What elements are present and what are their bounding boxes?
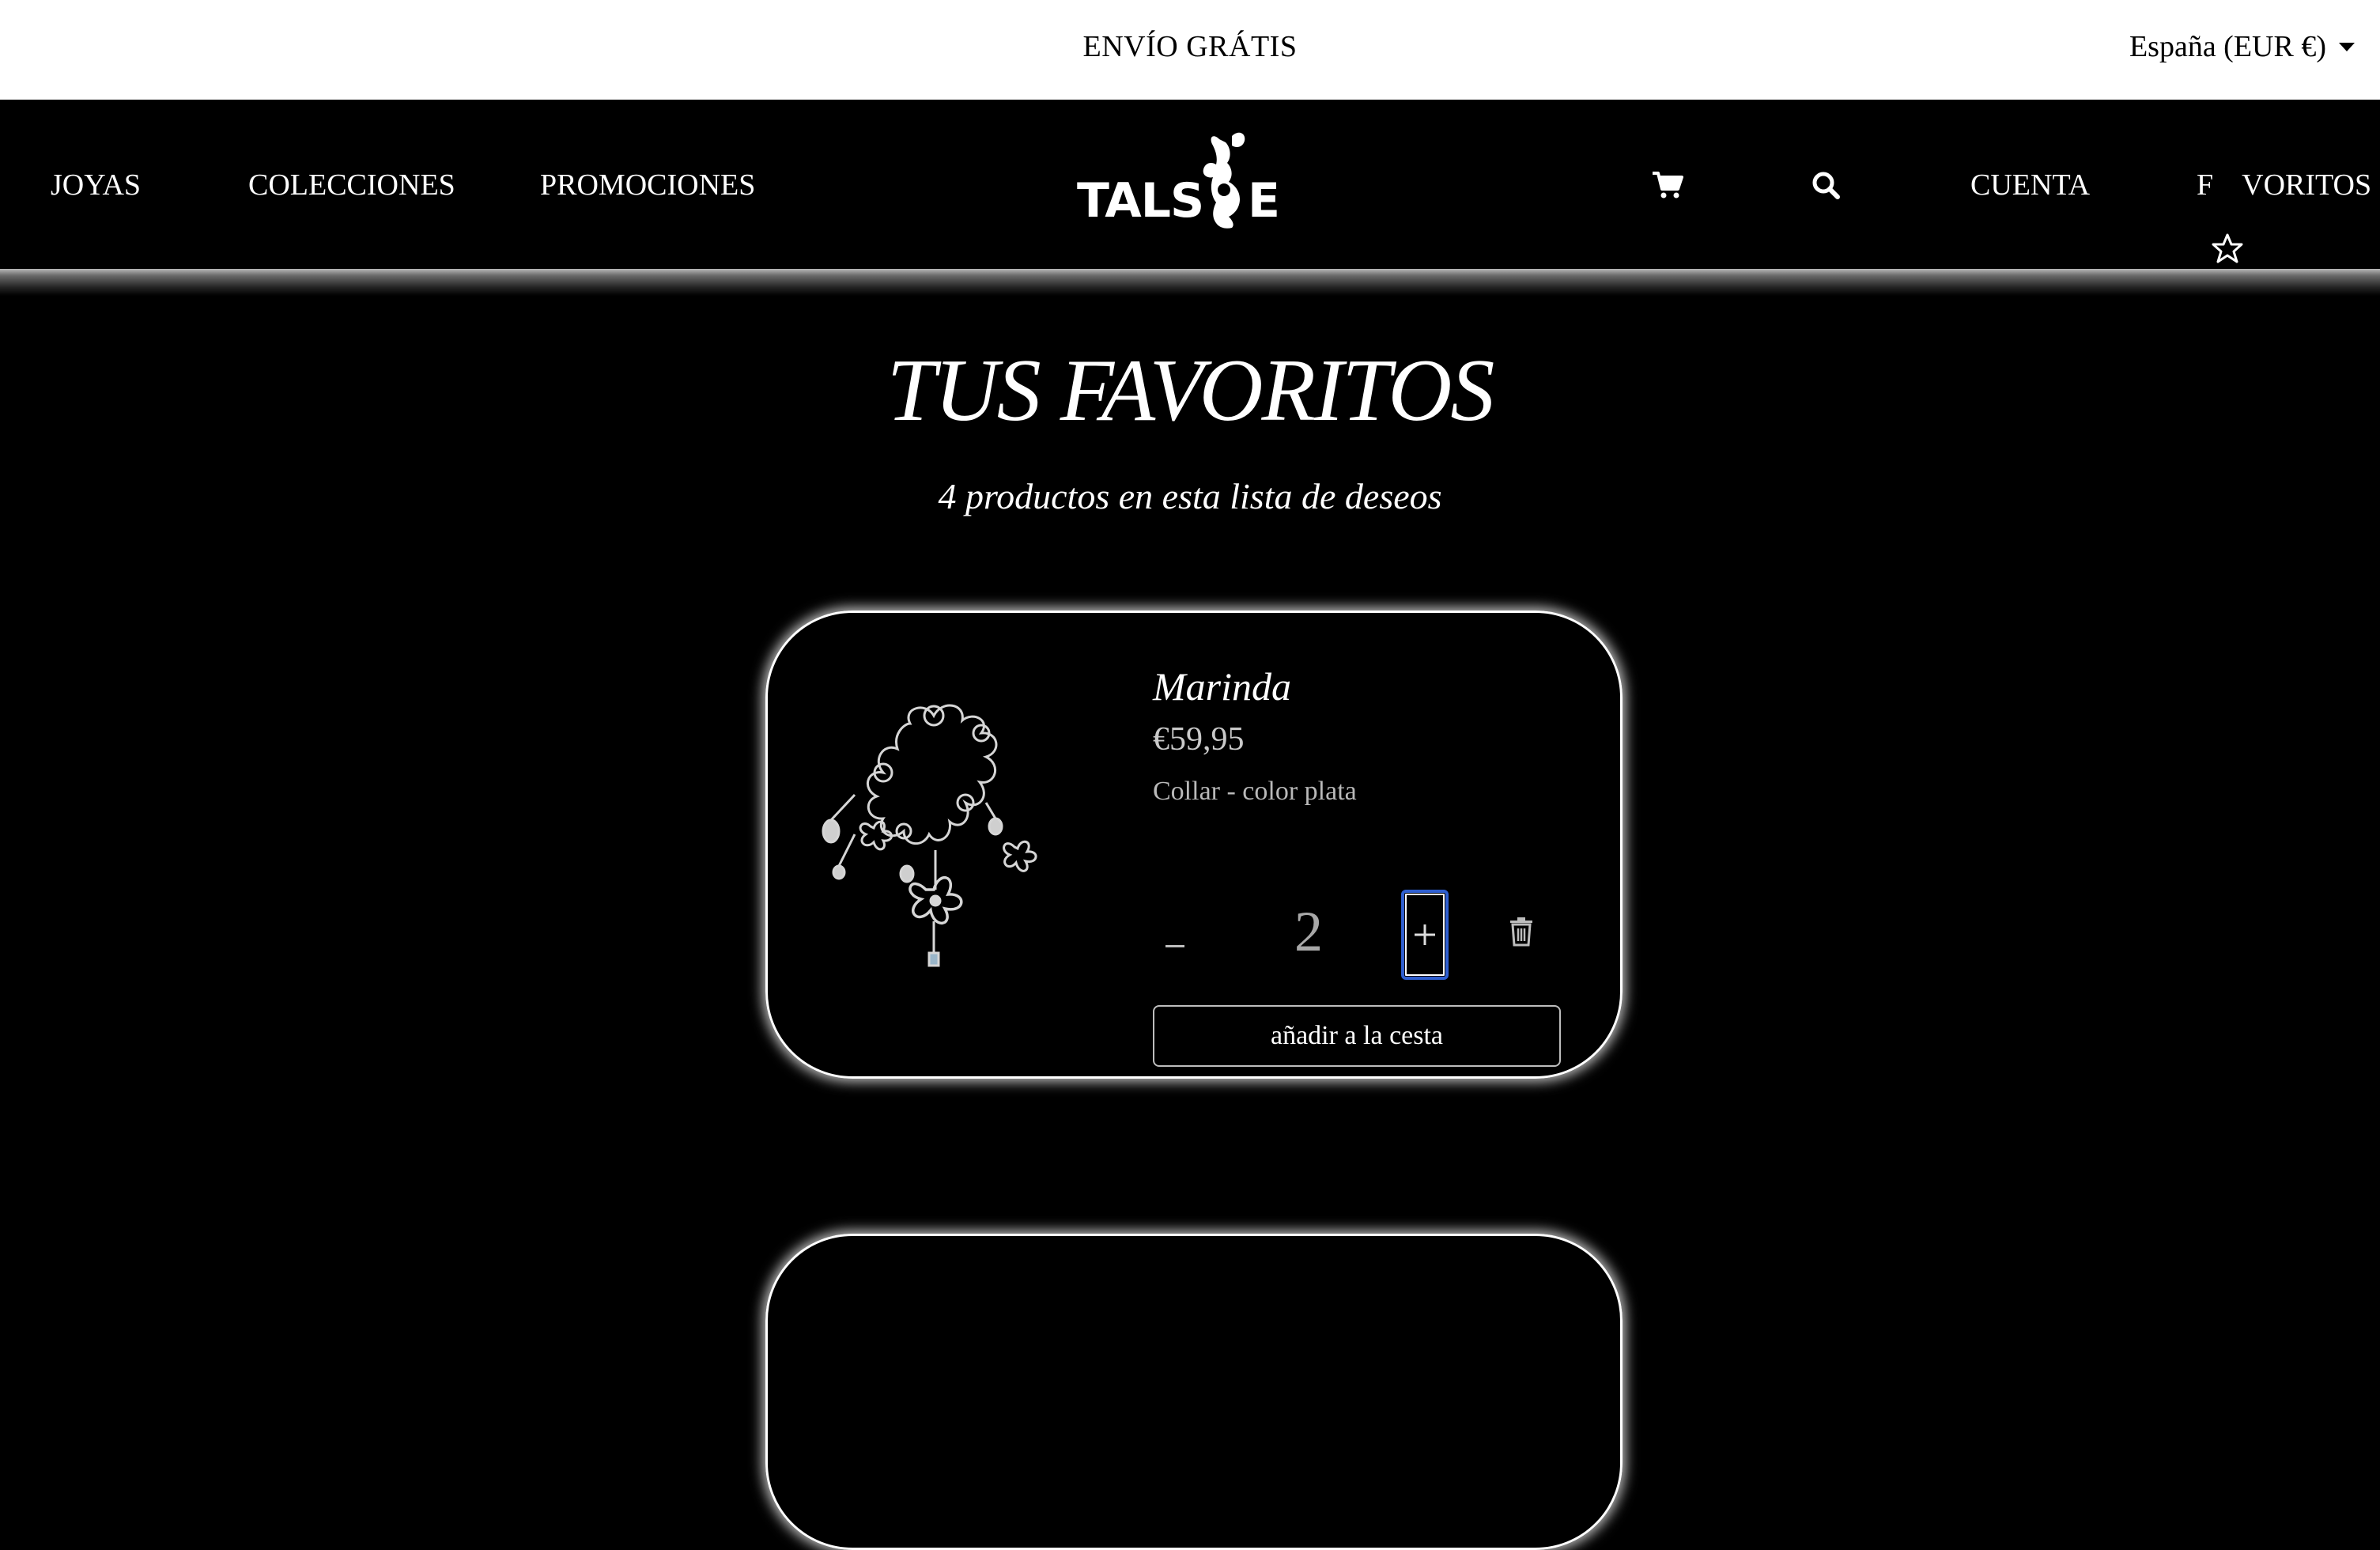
nav-link-favorites[interactable]: F VORITOS	[2197, 100, 2371, 270]
search-icon[interactable]	[1805, 164, 1846, 206]
plus-icon	[1415, 924, 1435, 945]
remove-item-button[interactable]	[1509, 917, 1540, 951]
product-info: Marinda €59,95 Collar - color plata 2 añ…	[1153, 660, 1564, 1067]
nav-link-promotions[interactable]: PROMOCIONES	[540, 100, 755, 270]
decrease-quantity-button[interactable]	[1153, 917, 1197, 961]
cart-icon[interactable]	[1647, 164, 1688, 206]
brand-logo[interactable]: TALS E	[1077, 130, 1290, 240]
nav-divider	[0, 269, 2380, 296]
product-image[interactable]	[815, 692, 1076, 992]
svg-text:E: E	[1248, 173, 1280, 229]
svg-text:TALS: TALS	[1077, 173, 1203, 229]
nav-link-account[interactable]: CUENTA	[1970, 100, 2090, 270]
wishlist-count: 4 productos en esta lista de deseos	[938, 476, 1442, 516]
increase-quantity-button[interactable]	[1401, 890, 1449, 980]
logo-graphic: TALS E	[1077, 132, 1280, 229]
product-name[interactable]: Marinda	[1153, 660, 1564, 713]
locale-selector[interactable]: España (EUR €)	[2129, 0, 2355, 93]
trash-icon	[1510, 917, 1532, 947]
add-to-cart-button[interactable]: añadir a la cesta	[1153, 1005, 1561, 1067]
minus-icon	[1165, 944, 1184, 947]
star-icon	[2212, 169, 2243, 263]
wishlist-item-card-next	[765, 1234, 1623, 1550]
nav-link-collections[interactable]: COLECCIONES	[248, 100, 455, 270]
announcement-bar: ENVÍO GRÁTIS España (EUR €)	[0, 0, 2380, 100]
favorites-label-end: VORITOS	[2242, 168, 2372, 202]
announcement-text: ENVÍO GRÁTIS	[1082, 30, 1298, 63]
quantity-value[interactable]: 2	[1273, 896, 1344, 967]
product-variant: Collar - color plata	[1153, 777, 1357, 806]
product-price: €59,95	[1153, 721, 1245, 758]
main-nav: JOYAS COLECCIONES PROMOCIONES TALS E CUE…	[0, 100, 2380, 270]
wishlist-item-card: Marinda €59,95 Collar - color plata 2 añ…	[765, 611, 1623, 1079]
locale-label: España (EUR €)	[2129, 30, 2326, 63]
necklace-image	[822, 704, 1037, 967]
nav-link-jewelry[interactable]: JOYAS	[51, 100, 141, 270]
page-title: TUS FAVORITOS	[886, 342, 1495, 440]
favorites-label-start: F	[2197, 168, 2214, 202]
chevron-down-icon	[2339, 42, 2355, 51]
quantity-stepper: 2	[1153, 890, 1564, 985]
